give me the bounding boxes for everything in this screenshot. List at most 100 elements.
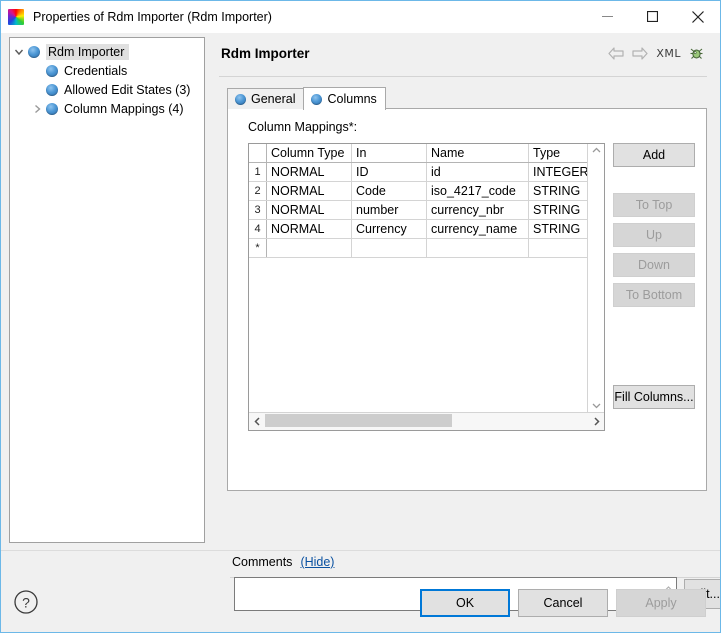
to-top-button[interactable]: To Top (613, 193, 695, 217)
content-area: Rdm Importer XML (213, 37, 713, 543)
node-bullet-icon (28, 46, 40, 58)
cell-name[interactable]: id (427, 163, 529, 182)
ok-button[interactable]: OK (420, 589, 510, 617)
chevron-down-icon[interactable] (10, 47, 28, 57)
tab-general[interactable]: General (227, 88, 304, 109)
column-mappings-label: Column Mappings*: (248, 120, 357, 134)
tab-bullet-icon (235, 94, 246, 105)
cell-name[interactable]: iso_4217_code (427, 182, 529, 201)
cell-type[interactable]: INTEGER (529, 163, 588, 182)
cell-type[interactable]: STRING (529, 220, 588, 239)
cell-column-type[interactable] (267, 239, 352, 258)
title-bar: Properties of Rdm Importer (Rdm Importer… (1, 1, 720, 33)
close-button[interactable] (675, 1, 720, 32)
row-number: 2 (249, 182, 267, 201)
to-bottom-button[interactable]: To Bottom (613, 283, 695, 307)
corner-cell (249, 144, 267, 163)
scroll-down-icon[interactable] (592, 402, 601, 409)
comments-hide-link[interactable]: (Hide) (300, 555, 334, 569)
cell-column-type[interactable]: NORMAL (267, 163, 352, 182)
table-row[interactable]: 4 NORMAL Currency currency_name STRING (249, 220, 587, 239)
chevron-right-icon[interactable] (28, 104, 46, 114)
cell-column-type[interactable]: NORMAL (267, 182, 352, 201)
down-button[interactable]: Down (613, 253, 695, 277)
bug-icon[interactable] (689, 46, 704, 61)
apply-button[interactable]: Apply (616, 589, 706, 617)
cell-in[interactable]: Currency (352, 220, 427, 239)
tree-item-column-mappings[interactable]: Column Mappings (4) (10, 99, 204, 118)
column-mappings-table[interactable]: Column Type In Name Type 1 NORMAL (248, 143, 605, 431)
hscroll-thumb[interactable] (265, 414, 452, 427)
minimize-button[interactable] (585, 1, 630, 32)
new-row-marker: * (249, 239, 267, 258)
header-toolbar: XML (608, 46, 704, 61)
scroll-right-icon[interactable] (588, 417, 604, 426)
cell-column-type[interactable]: NORMAL (267, 220, 352, 239)
column-header-column-type[interactable]: Column Type (267, 144, 352, 163)
properties-dialog: Properties of Rdm Importer (Rdm Importer… (0, 0, 721, 633)
table-header-row: Column Type In Name Type (249, 144, 587, 163)
table-scroll-region: Column Type In Name Type 1 NORMAL (249, 144, 587, 412)
column-header-name[interactable]: Name (427, 144, 529, 163)
tree-item-credentials[interactable]: Credentials (10, 61, 204, 80)
window-title: Properties of Rdm Importer (Rdm Importer… (33, 10, 272, 24)
tab-label: General (251, 92, 295, 106)
table-horizontal-scrollbar[interactable] (249, 412, 604, 430)
node-bullet-icon (46, 84, 58, 96)
scroll-left-icon[interactable] (249, 417, 265, 426)
table-row[interactable]: 2 NORMAL Code iso_4217_code STRING (249, 182, 587, 201)
comments-label: Comments (232, 555, 292, 569)
cancel-button[interactable]: Cancel (518, 589, 608, 617)
header-divider (219, 76, 707, 77)
tab-columns[interactable]: Columns (303, 87, 385, 110)
add-button[interactable]: Add (613, 143, 695, 167)
cell-column-type[interactable]: NORMAL (267, 201, 352, 220)
scroll-up-icon[interactable] (592, 147, 601, 154)
footer-divider (1, 550, 720, 551)
table-row[interactable]: 1 NORMAL ID id INTEGER (249, 163, 587, 182)
cell-type[interactable]: STRING (529, 201, 588, 220)
navigation-tree[interactable]: Rdm Importer Credentials Allowed Edit St… (9, 37, 205, 543)
node-bullet-icon (46, 103, 58, 115)
table-vertical-scrollbar[interactable] (587, 144, 604, 412)
columns-tab-panel: Column Mappings*: Column Type In Name (227, 108, 707, 491)
cell-in[interactable]: ID (352, 163, 427, 182)
tree-item-label: Rdm Importer (46, 44, 129, 60)
table-action-buttons: Add To Top Up Down To Bottom (613, 143, 695, 307)
comments-label-group: Comments (Hide) (232, 555, 334, 569)
fill-columns-button[interactable]: Fill Columns... (613, 385, 695, 409)
tree-item-allowed-edit-states[interactable]: Allowed Edit States (3) (10, 80, 204, 99)
grid: Column Type In Name Type 1 NORMAL (249, 144, 587, 258)
hscroll-track[interactable] (265, 413, 588, 430)
tab-label: Columns (327, 92, 376, 106)
cell-in[interactable]: Code (352, 182, 427, 201)
cell-name[interactable] (427, 239, 529, 258)
tab-strip: General Columns (227, 87, 386, 109)
maximize-button[interactable] (630, 1, 675, 32)
tree-item-label: Allowed Edit States (3) (64, 83, 194, 97)
color-wheel-icon (8, 9, 24, 25)
column-header-in[interactable]: In (352, 144, 427, 163)
cell-type[interactable] (529, 239, 588, 258)
column-header-type[interactable]: Type (529, 144, 588, 163)
help-icon[interactable]: ? (13, 589, 39, 618)
node-bullet-icon (46, 65, 58, 77)
cell-type[interactable]: STRING (529, 182, 588, 201)
xml-link[interactable]: XML (656, 47, 681, 60)
table-row[interactable]: 3 NORMAL number currency_nbr STRING (249, 201, 587, 220)
tree-item-label: Column Mappings (4) (64, 102, 188, 116)
cell-in[interactable]: number (352, 201, 427, 220)
tab-bullet-icon (311, 94, 322, 105)
dialog-buttons: OK Cancel Apply (420, 589, 706, 617)
forward-arrow-icon[interactable] (632, 47, 648, 60)
up-button[interactable]: Up (613, 223, 695, 247)
cell-in[interactable] (352, 239, 427, 258)
cell-name[interactable]: currency_nbr (427, 201, 529, 220)
table-new-row[interactable]: * (249, 239, 587, 258)
row-number: 4 (249, 220, 267, 239)
row-number: 3 (249, 201, 267, 220)
tree-item-rdm-importer[interactable]: Rdm Importer (10, 42, 204, 61)
cell-name[interactable]: currency_name (427, 220, 529, 239)
back-arrow-icon[interactable] (608, 47, 624, 60)
table-body-area: Column Type In Name Type 1 NORMAL (249, 144, 604, 412)
